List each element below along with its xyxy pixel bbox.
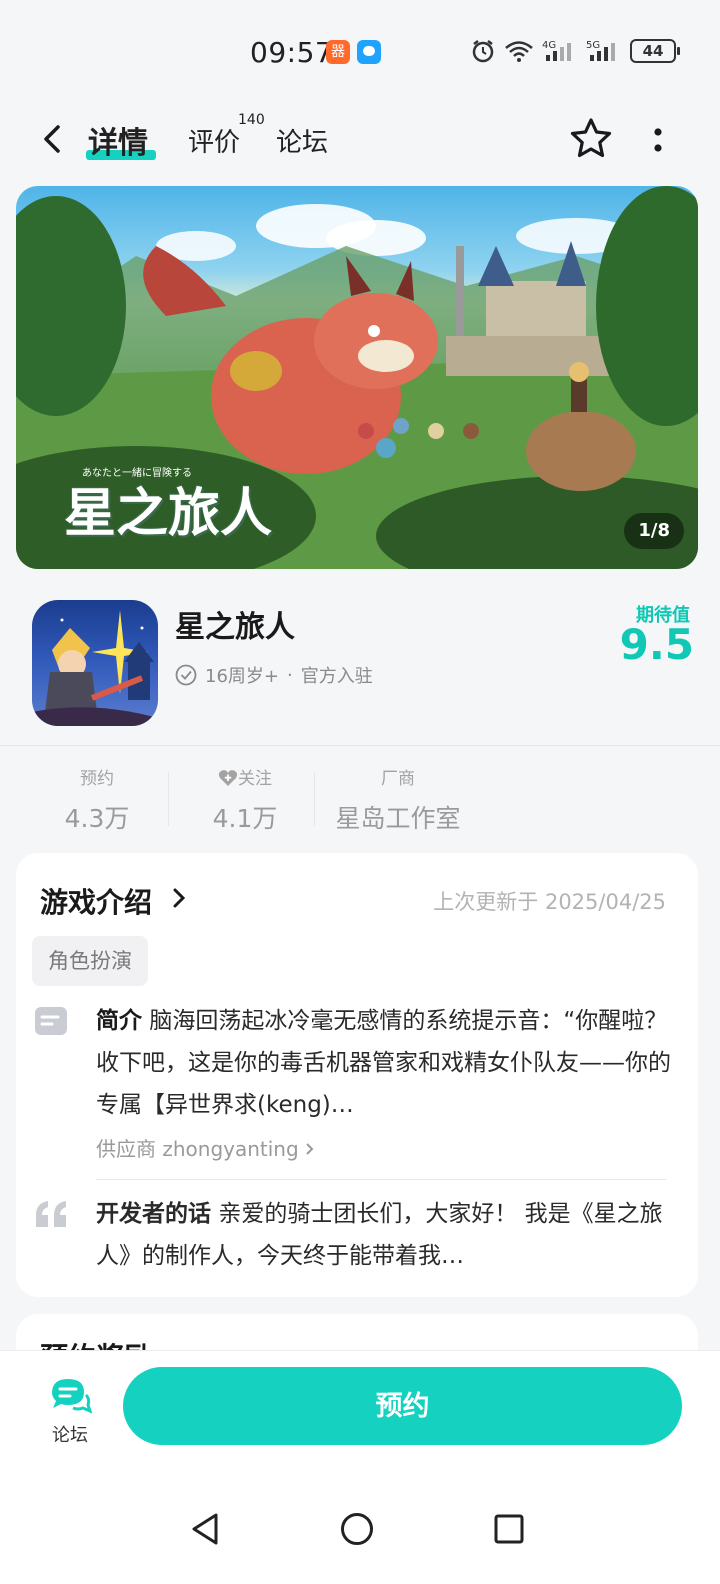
more-options-icon[interactable] <box>650 124 666 156</box>
app-meta: 16周岁+ · 官方入驻 <box>175 662 373 688</box>
system-recent-apps-icon[interactable] <box>494 1514 524 1544</box>
game-intro-card: 游戏介绍 上次更新于 2025/04/25 角色扮演 简介 脑海回荡起冰冷毫无感… <box>16 853 698 1297</box>
summary-doc-icon <box>35 1007 67 1035</box>
back-arrow-icon[interactable] <box>38 124 68 154</box>
follow-heart-icon <box>218 770 238 786</box>
signal-5g-icon: 5G <box>586 40 615 61</box>
stat-label: 厂商 <box>381 769 415 789</box>
summary-label: 简介 <box>96 1008 142 1034</box>
svg-text:4G: 4G <box>542 40 556 51</box>
expectation-score: 9.5 <box>619 620 694 669</box>
meta-separator: · <box>287 664 293 686</box>
message-app-icon <box>357 40 381 64</box>
system-home-icon[interactable] <box>340 1512 374 1546</box>
dev-label: 开发者的话 <box>96 1201 211 1227</box>
game-banner-carousel[interactable]: あなたと一緒に冒険する 星之旅人 1/8 <box>16 186 698 569</box>
card-divider <box>96 1179 666 1180</box>
svg-text:5G: 5G <box>586 40 600 51</box>
stat-value: 4.3万 <box>64 804 130 833</box>
stat-separator <box>314 772 315 826</box>
stat-followers: 关注 4.1万 <box>205 764 285 835</box>
signal-4g-icon: 4G <box>542 40 571 61</box>
verified-check-icon <box>175 664 197 686</box>
stat-label: 关注 <box>238 769 272 789</box>
forum-chat-icon <box>52 1379 92 1414</box>
stat-separator <box>168 772 169 826</box>
battery-indicator: 44 <box>630 39 680 63</box>
summary-paragraph[interactable]: 简介 脑海回荡起冰冷毫无感情的系统提示音：“你醒啦？收下吧，这是你的毒舌机器管家… <box>96 1000 672 1126</box>
review-count-badge: 140 <box>238 112 265 128</box>
last-updated: 上次更新于 2025/04/25 <box>433 890 666 914</box>
carousel-page-counter: 1/8 <box>624 513 684 549</box>
stat-label-wrap: 关注 <box>205 764 285 789</box>
banner-logo-title: 星之旅人 <box>64 483 273 544</box>
quote-icon <box>36 1201 66 1227</box>
system-nav-bar <box>0 1470 720 1584</box>
top-nav: 详情 评价 140 论坛 <box>0 100 720 180</box>
app-icon <box>32 600 158 726</box>
tab-review[interactable]: 评价 <box>188 122 240 159</box>
bottom-action-bar: 论坛 预约 <box>0 1350 720 1470</box>
summary-text: 脑海回荡起冰冷毫无感情的系统提示音：“你醒啦？收下吧，这是你的毒舌机器管家和戏精… <box>96 1008 671 1118</box>
alarm-icon <box>472 40 494 63</box>
header-divider <box>0 745 720 746</box>
intro-title[interactable]: 游戏介绍 <box>40 881 152 921</box>
favorite-star-icon[interactable] <box>568 116 614 162</box>
status-time: 09:57 <box>250 36 334 69</box>
notification-app-icon: 器 <box>326 40 350 64</box>
supplier-link[interactable]: 供应商 zhongyanting <box>96 1133 314 1162</box>
developer-words[interactable]: 开发者的话 亲爱的骑士团长们，大家好！ 我是《星之旅人》的制作人，今天终于能带着… <box>96 1193 672 1277</box>
stat-reservations: 预约 4.3万 <box>62 764 132 835</box>
stat-label: 预约 <box>80 769 114 789</box>
chevron-right-icon <box>305 1143 314 1155</box>
forum-button[interactable]: 论坛 <box>40 1375 100 1446</box>
stat-developer[interactable]: 厂商 星岛工作室 <box>330 764 466 835</box>
app-title: 星之旅人 <box>175 610 295 645</box>
developer-name[interactable]: 星岛工作室 <box>330 799 466 835</box>
supplier-text: 供应商 zhongyanting <box>96 1137 299 1161</box>
status-bar: 09:57 器 4G 5G 44 <box>0 0 720 100</box>
official-badge: 官方入驻 <box>300 666 373 687</box>
chevron-right-icon[interactable] <box>172 887 186 909</box>
status-indicators: 4G 5G 44 <box>470 38 680 64</box>
reserve-button[interactable]: 预约 <box>123 1367 682 1445</box>
age-rating: 16周岁+ <box>205 666 279 687</box>
tab-detail[interactable]: 详情 <box>88 118 148 162</box>
system-back-icon[interactable] <box>190 1512 222 1546</box>
forum-label: 论坛 <box>52 1425 88 1446</box>
tab-forum[interactable]: 论坛 <box>276 122 328 159</box>
stat-value: 4.1万 <box>212 804 278 833</box>
genre-tag[interactable]: 角色扮演 <box>32 936 148 986</box>
wifi-icon <box>505 41 533 62</box>
